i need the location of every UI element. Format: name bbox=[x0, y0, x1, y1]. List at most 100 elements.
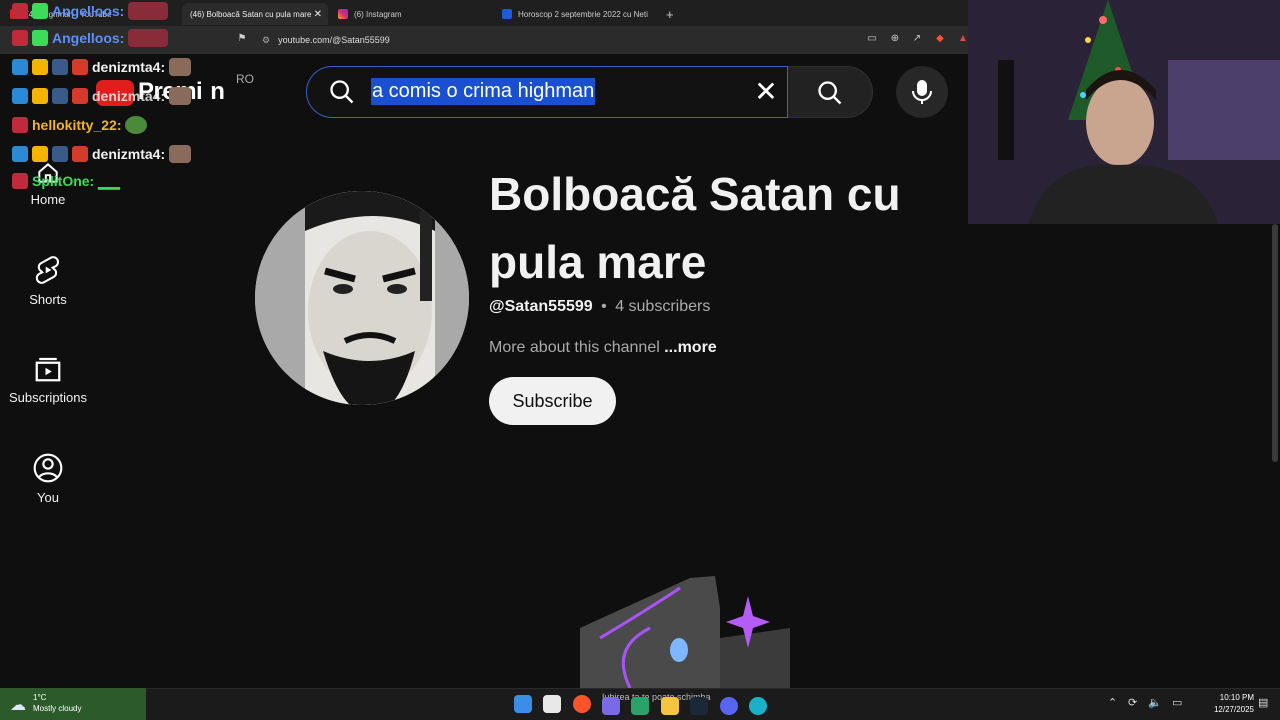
webcam-overlay bbox=[968, 0, 1280, 224]
tab-instagram[interactable]: (6) Instagram bbox=[330, 3, 494, 25]
chat-emote-icon bbox=[128, 2, 169, 20]
empty-channel-illustration bbox=[580, 576, 790, 688]
tab-title: (6) Instagram bbox=[354, 9, 402, 19]
nav-shorts[interactable]: Shorts bbox=[0, 254, 96, 307]
chat-badge-icon bbox=[52, 88, 68, 104]
shorts-icon bbox=[35, 256, 59, 284]
clock-time[interactable]: 10:10 PM bbox=[1210, 693, 1254, 702]
chat-badge-icon bbox=[12, 30, 28, 46]
nav-you[interactable]: You bbox=[0, 452, 96, 505]
share-icon[interactable]: ↗ bbox=[911, 33, 923, 45]
chat-badge-icon bbox=[12, 88, 28, 104]
clear-search-icon[interactable]: ✕ bbox=[752, 78, 780, 106]
tab-channel[interactable]: (46) Bolboacă Satan cu pula mare ✕ bbox=[182, 3, 328, 25]
chat-badge-icon bbox=[32, 88, 48, 104]
steam-icon[interactable] bbox=[690, 697, 708, 715]
chat-badge-icon bbox=[32, 146, 48, 162]
subscribe-button[interactable]: Subscribe bbox=[489, 377, 616, 425]
voice-search-button[interactable] bbox=[896, 66, 948, 118]
chat-emote-icon bbox=[169, 145, 192, 163]
weather-text: Mostly cloudy bbox=[33, 704, 82, 713]
tab-horoscop[interactable]: Horoscop 2 septembrie 2022 cu Neti bbox=[494, 3, 658, 25]
chat-badge-icon bbox=[32, 59, 48, 75]
chat-badge-icon bbox=[52, 146, 68, 162]
clock-date[interactable]: 12/27/2025 bbox=[1206, 705, 1254, 714]
chat-message: denizmta4: bbox=[12, 143, 192, 165]
copilot-icon[interactable] bbox=[602, 697, 620, 715]
chat-badge-icon bbox=[52, 59, 68, 75]
chat-message: denizmta4: bbox=[12, 85, 192, 107]
more-link[interactable]: ...more bbox=[664, 339, 716, 356]
zoom-icon[interactable]: ⊕ bbox=[889, 33, 901, 45]
chat-badge-icon bbox=[32, 30, 48, 46]
chat-username: denizmta4: bbox=[92, 146, 166, 162]
chat-message: SplitOne: ▁▁ bbox=[12, 170, 120, 192]
search-input[interactable]: a comis o crima highman bbox=[371, 78, 596, 105]
sync-icon[interactable]: ⟳ bbox=[1128, 696, 1137, 709]
chat-badge-icon bbox=[12, 3, 28, 19]
app-icon[interactable] bbox=[631, 697, 649, 715]
chat-emote-icon bbox=[169, 58, 192, 76]
chat-username: SplitOne: bbox=[32, 173, 95, 189]
about-text: More about this channel bbox=[489, 339, 660, 356]
new-tab-button[interactable]: + bbox=[658, 3, 682, 25]
chat-emote-icon bbox=[169, 87, 192, 105]
chat-emote-icon: ▁▁ bbox=[98, 172, 120, 189]
start-button[interactable] bbox=[514, 695, 532, 713]
nav-subscriptions[interactable]: Subscriptions bbox=[0, 354, 96, 405]
nav-label: Shorts bbox=[29, 292, 67, 307]
microphone-icon bbox=[912, 80, 932, 104]
subscriptions-icon bbox=[35, 357, 61, 382]
nav-label: Home bbox=[30, 192, 66, 207]
url-field[interactable]: ⚙ youtube.com/@Satan55599 bbox=[262, 31, 857, 49]
channel-meta: @Satan55599 • 4 subscribers bbox=[489, 298, 710, 316]
chat-badge-icon bbox=[72, 59, 88, 75]
temperature: 1°C bbox=[33, 693, 47, 702]
page-scrollbar[interactable] bbox=[1272, 224, 1278, 462]
chat-badge-icon bbox=[12, 173, 28, 189]
chat-username: hellokitty_22: bbox=[32, 117, 122, 133]
discord-icon[interactable] bbox=[720, 697, 738, 715]
channel-avatar[interactable] bbox=[255, 191, 469, 405]
chat-username: denizmta4: bbox=[92, 88, 166, 104]
chat-badge-icon bbox=[12, 146, 28, 162]
cloud-icon: ☁ bbox=[10, 697, 26, 714]
chat-badge-icon bbox=[12, 59, 28, 75]
country-code: RO bbox=[236, 72, 254, 86]
url-text: youtube.com/@Satan55599 bbox=[278, 35, 390, 45]
site-favicon-icon bbox=[502, 9, 512, 19]
site-info-icon[interactable]: ⚙ bbox=[262, 35, 270, 46]
nav-label: You bbox=[37, 490, 59, 505]
chat-badge-icon bbox=[32, 3, 48, 19]
brave-browser-icon[interactable] bbox=[573, 695, 591, 713]
volume-icon[interactable]: 🔈 bbox=[1148, 696, 1162, 709]
streamer-camera-image bbox=[968, 0, 1280, 224]
logo-wordmark-suffix: n bbox=[210, 78, 225, 105]
app-icon[interactable] bbox=[749, 697, 767, 715]
channel-handle: @Satan55599 bbox=[489, 298, 593, 315]
chat-username: denizmta4: bbox=[92, 59, 166, 75]
cast-icon[interactable]: ▭ bbox=[866, 33, 878, 45]
task-view-icon[interactable] bbox=[543, 695, 561, 713]
search-button[interactable] bbox=[788, 66, 873, 118]
chat-badge-icon bbox=[72, 88, 88, 104]
search-icon bbox=[330, 80, 354, 104]
channel-about[interactable]: More about this channel ...more bbox=[489, 339, 717, 357]
avatar-image bbox=[255, 191, 469, 405]
nav-label: Subscriptions bbox=[8, 390, 88, 405]
weather-widget[interactable]: ☁ 1°C Mostly cloudy bbox=[0, 688, 146, 720]
bookmark-icon[interactable]: ⚑ bbox=[236, 33, 248, 45]
tab-title: (46) Bolboacă Satan cu pula mare bbox=[190, 9, 312, 19]
tray-chevron-icon[interactable]: ⌃ bbox=[1108, 696, 1117, 709]
chat-username: Angelloos: bbox=[52, 3, 125, 19]
chat-message: hellokitty_22: bbox=[12, 114, 148, 136]
network-icon[interactable]: ▭ bbox=[1172, 696, 1182, 709]
brave-shield-icon[interactable]: ◆ bbox=[934, 33, 946, 45]
chat-message: Angelloos: bbox=[12, 0, 169, 22]
tab-title: Horoscop 2 septembrie 2022 cu Neti bbox=[518, 9, 648, 19]
chat-emote-icon bbox=[128, 29, 169, 47]
file-explorer-icon[interactable] bbox=[661, 697, 679, 715]
close-tab-icon[interactable]: ✕ bbox=[314, 9, 322, 20]
channel-title: Bolboacă Satan cu pula mare bbox=[489, 168, 901, 288]
notification-icon[interactable]: ▤ bbox=[1258, 696, 1268, 709]
